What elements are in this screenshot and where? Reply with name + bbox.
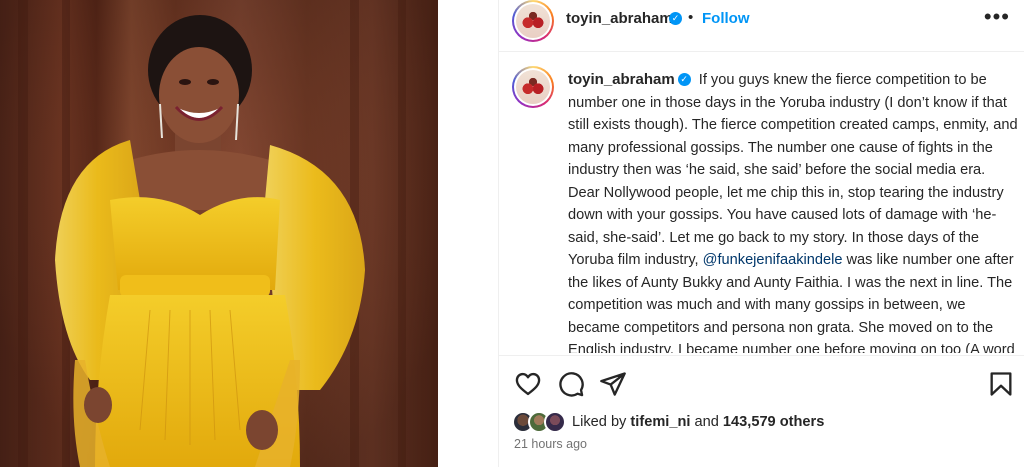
paper-plane-icon[interactable] — [599, 370, 627, 398]
caption-area: toyin_abraham ✓ If you guys knew the fier… — [498, 53, 1024, 353]
separator-dot: • — [688, 9, 694, 26]
liker-avatar — [544, 411, 566, 433]
liked-by-and: and — [694, 414, 719, 430]
verified-badge-icon: ✓ — [669, 12, 682, 25]
avatar-inner — [514, 68, 552, 106]
author-avatar[interactable] — [512, 0, 554, 42]
avatar-image — [516, 4, 550, 38]
avatar-inner — [514, 2, 552, 40]
post-caption: toyin_abraham ✓ If you guys knew the fier… — [568, 69, 1018, 353]
author-username[interactable]: toyin_abraham — [566, 10, 673, 27]
liker-avatars[interactable] — [512, 411, 572, 435]
caption-author-avatar[interactable] — [512, 66, 554, 108]
likes-row: Liked by tifemi_ni and 143,579 others — [512, 410, 1012, 436]
action-bar — [498, 355, 1024, 405]
likes-count[interactable]: 143,579 others — [723, 414, 824, 430]
post-sidebar: toyin_abraham ✓ • Follow ••• toyin_abrah… — [498, 0, 1024, 467]
caption-username[interactable]: toyin_abraham — [568, 71, 675, 88]
mention-link[interactable]: @funkejenifaakindele — [703, 252, 843, 268]
post-image[interactable] — [0, 0, 438, 467]
gutter — [438, 0, 498, 467]
post-timestamp[interactable]: 21 hours ago — [514, 437, 587, 451]
liked-by-text: Liked by tifemi_ni and 143,579 others — [572, 414, 824, 430]
caption-body-start: If you guys knew the fierce competition … — [568, 72, 1018, 268]
avatar-image — [516, 70, 550, 104]
verified-badge-icon: ✓ — [677, 72, 691, 86]
liked-by-prefix: Liked by — [572, 414, 627, 430]
bookmark-icon[interactable] — [987, 370, 1015, 398]
post-header: toyin_abraham ✓ • Follow ••• — [498, 0, 1024, 52]
heart-outline-icon[interactable] — [514, 370, 542, 398]
follow-button[interactable]: Follow — [702, 10, 750, 27]
more-dots-icon[interactable]: ••• — [984, 4, 1010, 30]
comment-bubble-icon[interactable] — [557, 370, 585, 398]
liked-by-user[interactable]: tifemi_ni — [630, 414, 690, 430]
woman-in-yellow-dress-photo — [18, 0, 406, 467]
